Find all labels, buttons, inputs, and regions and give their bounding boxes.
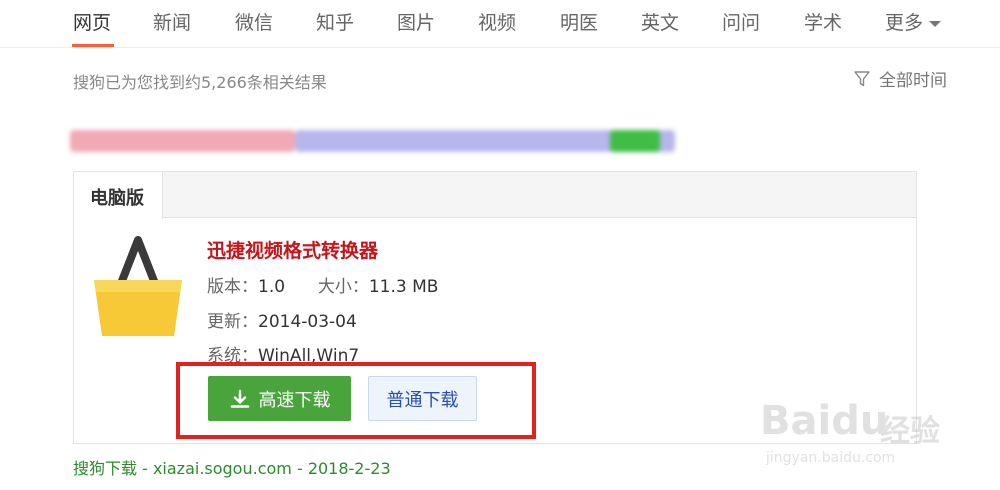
basket-icon (94, 236, 182, 336)
nav-tab-video[interactable]: 视频 (478, 8, 516, 35)
nav-tab-wechat[interactable]: 微信 (235, 8, 273, 35)
nav-more-label: 更多 (885, 12, 924, 34)
result-count: 搜狗已为您找到约5,266条相关结果 (73, 73, 327, 92)
baidu-jingyan-watermark: Baidu 经验 jingyan.baidu.com (760, 378, 960, 473)
chevron-down-icon (929, 20, 942, 27)
size-value: 11.3 MB (368, 277, 439, 297)
nav-tab-news[interactable]: 新闻 (153, 8, 191, 35)
nav-tab-medical[interactable]: 明医 (560, 8, 598, 35)
time-filter[interactable]: 全部时间 (853, 66, 947, 91)
updated-label: 更新： (207, 312, 258, 332)
nav-tab-scholar[interactable]: 学术 (804, 8, 842, 35)
version-value: 1.0 (258, 277, 286, 297)
nav-tab-zhihu[interactable]: 知乎 (316, 8, 354, 35)
tab-desktop-version[interactable]: 电脑版 (74, 172, 163, 219)
funnel-icon (854, 70, 870, 86)
time-filter-label: 全部时间 (879, 71, 947, 91)
app-name-link[interactable]: 迅捷视频格式转换器 (207, 236, 378, 263)
nav-tab-more[interactable]: 更多 (885, 8, 942, 35)
result-source-line: 搜狗下载 - xiazai.sogou.com - 2018-2-23 (73, 459, 391, 478)
watermark-brand-suffix: 经验 (880, 414, 940, 449)
nav-tab-english[interactable]: 英文 (641, 8, 679, 35)
search-vertical-nav: 网页 新闻 微信 知乎 图片 视频 明医 英文 问问 学术 更多 (0, 0, 1000, 48)
nav-tab-wenwen[interactable]: 问问 (722, 8, 760, 35)
platform-tab-bar: 电脑版 (74, 172, 916, 219)
watermark-brand: Baidu (760, 398, 889, 444)
app-updated: 更新：2014-03-04 (207, 307, 357, 332)
nav-tab-images[interactable]: 图片 (397, 8, 435, 35)
result-title-link-blurred[interactable] (70, 124, 675, 158)
updated-value: 2014-03-04 (258, 312, 357, 332)
active-tab-indicator (72, 44, 114, 47)
size-label: 大小： (317, 277, 369, 297)
annotation-highlight-box (176, 362, 536, 439)
watermark-url: jingyan.baidu.com (766, 450, 896, 466)
version-label: 版本： (207, 277, 258, 297)
nav-tab-web[interactable]: 网页 (73, 8, 111, 35)
app-version-size: 版本：1.0 大小：11.3 MB (207, 272, 438, 297)
